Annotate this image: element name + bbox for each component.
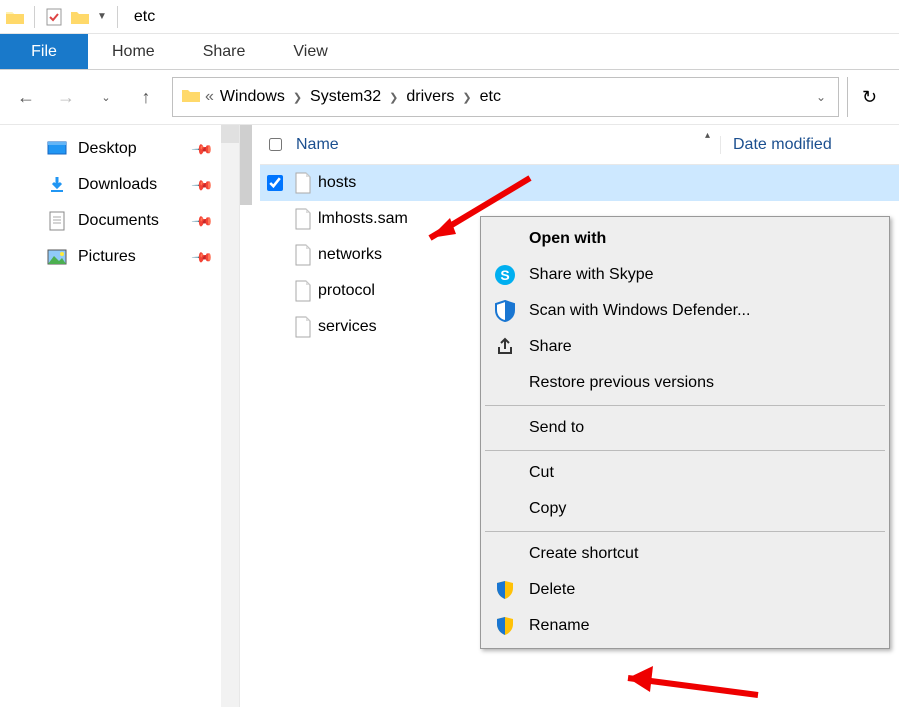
menu-restore[interactable]: Restore previous versions <box>481 365 889 401</box>
menu-cut[interactable]: Cut <box>481 455 889 491</box>
qat-dropdown-icon[interactable]: ▼ <box>97 11 107 22</box>
ribbon: File Home Share View <box>0 34 899 70</box>
desktop-icon <box>46 141 68 157</box>
column-header: Name▴ Date modified <box>260 125 899 165</box>
breadcrumb-part[interactable]: drivers <box>406 88 454 106</box>
file-icon <box>290 208 316 230</box>
uac-shield-icon <box>493 616 517 636</box>
menu-separator <box>485 531 885 532</box>
file-icon <box>290 316 316 338</box>
tab-home[interactable]: Home <box>88 34 179 69</box>
menu-share-skype[interactable]: SShare with Skype <box>481 257 889 293</box>
menu-defender[interactable]: Scan with Windows Defender... <box>481 293 889 329</box>
address-bar[interactable]: « Windows ❯ System32 ❯ drivers ❯ etc ⌄ <box>172 77 839 117</box>
sidebar-item-documents[interactable]: Documents 📌 <box>0 203 239 239</box>
chevron-right-icon[interactable]: ❯ <box>293 91 302 104</box>
forward-button[interactable]: → <box>48 79 84 115</box>
save-icon[interactable] <box>43 6 65 28</box>
column-name[interactable]: Name▴ <box>290 136 720 154</box>
pin-icon: 📌 <box>190 173 214 197</box>
tab-view[interactable]: View <box>269 34 351 69</box>
documents-icon <box>46 211 68 231</box>
pin-icon: 📌 <box>190 245 214 269</box>
share-icon <box>493 337 517 357</box>
menu-copy[interactable]: Copy <box>481 491 889 527</box>
menu-delete[interactable]: Delete <box>481 572 889 608</box>
navbar: ← → ⌄ ↑ « Windows ❯ System32 ❯ drivers ❯… <box>0 70 899 124</box>
window-title: etc <box>134 8 155 26</box>
select-all-checkbox[interactable] <box>260 138 290 151</box>
file-icon <box>290 244 316 266</box>
file-icon <box>290 172 316 194</box>
file-row[interactable]: hosts <box>260 165 899 201</box>
sidebar-item-downloads[interactable]: Downloads 📌 <box>0 167 239 203</box>
downloads-icon <box>46 176 68 194</box>
file-name: services <box>316 318 377 336</box>
pin-icon: 📌 <box>190 137 214 161</box>
menu-share[interactable]: Share <box>481 329 889 365</box>
history-dropdown[interactable]: ⌄ <box>88 79 124 115</box>
shield-icon <box>493 300 517 322</box>
qat-folder-icon[interactable] <box>69 6 91 28</box>
sidebar: Desktop 📌 Downloads 📌 Documents 📌 Pictur… <box>0 125 240 707</box>
file-icon <box>290 280 316 302</box>
up-button[interactable]: ↑ <box>128 79 164 115</box>
folder-icon <box>4 6 26 28</box>
pictures-icon <box>46 249 68 265</box>
file-name: networks <box>316 246 382 264</box>
separator <box>34 6 35 28</box>
sidebar-item-pictures[interactable]: Pictures 📌 <box>0 239 239 275</box>
row-checkbox[interactable] <box>260 175 290 191</box>
file-name: lmhosts.sam <box>316 210 408 228</box>
tab-share[interactable]: Share <box>179 34 270 69</box>
refresh-button[interactable]: ↻ <box>847 77 891 117</box>
splitter[interactable] <box>240 125 260 707</box>
back-button[interactable]: ← <box>8 79 44 115</box>
svg-text:S: S <box>500 267 509 283</box>
menu-separator <box>485 405 885 406</box>
breadcrumb-part[interactable]: Windows <box>220 88 285 106</box>
file-tab[interactable]: File <box>0 34 88 69</box>
sidebar-scrollbar[interactable] <box>221 125 239 707</box>
chevron-right-icon[interactable]: ❯ <box>462 91 471 104</box>
breadcrumb-part[interactable]: System32 <box>310 88 381 106</box>
menu-open-with[interactable]: Open with <box>481 221 889 257</box>
breadcrumb-part[interactable]: etc <box>480 88 501 106</box>
sidebar-item-desktop[interactable]: Desktop 📌 <box>0 131 239 167</box>
sidebar-item-label: Desktop <box>78 140 137 158</box>
sidebar-item-label: Documents <box>78 212 159 230</box>
context-menu: Open with SShare with Skype Scan with Wi… <box>480 216 890 649</box>
uac-shield-icon <box>493 580 517 600</box>
menu-separator <box>485 450 885 451</box>
file-name: hosts <box>316 174 356 192</box>
menu-create-shortcut[interactable]: Create shortcut <box>481 536 889 572</box>
titlebar: ▼ etc <box>0 0 899 34</box>
skype-icon: S <box>493 264 517 286</box>
pin-icon: 📌 <box>190 209 214 233</box>
chevron-right-icon[interactable]: ❯ <box>389 91 398 104</box>
menu-rename[interactable]: Rename <box>481 608 889 644</box>
sort-indicator-icon: ▴ <box>705 130 710 141</box>
separator <box>117 6 118 28</box>
file-name: protocol <box>316 282 375 300</box>
address-dropdown-icon[interactable]: ⌄ <box>816 90 826 104</box>
menu-send-to[interactable]: Send to <box>481 410 889 446</box>
breadcrumb-ellipsis[interactable]: « <box>205 88 214 106</box>
column-date[interactable]: Date modified <box>720 136 870 154</box>
sidebar-item-label: Pictures <box>78 248 136 266</box>
folder-icon <box>181 87 201 107</box>
sidebar-item-label: Downloads <box>78 176 157 194</box>
